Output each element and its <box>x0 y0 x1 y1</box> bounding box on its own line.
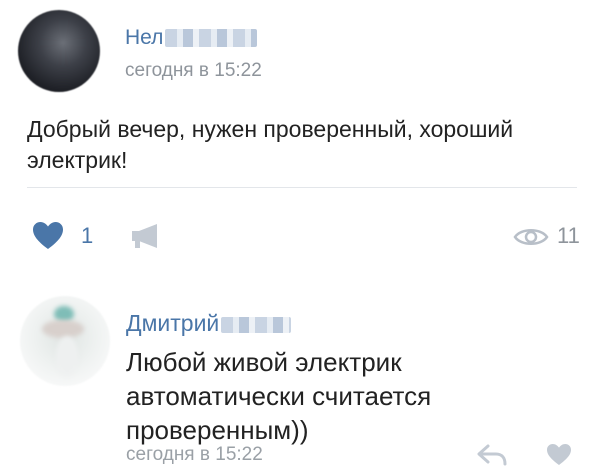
megaphone-icon[interactable] <box>130 222 162 250</box>
avatar-blur-spot <box>56 336 78 376</box>
reply-arrow-icon[interactable] <box>476 443 508 467</box>
view-count: 11 <box>557 223 580 248</box>
censored-surname <box>165 29 258 48</box>
eye-icon <box>513 229 549 245</box>
post-divider <box>27 187 577 188</box>
post-author-name-text[interactable]: Нел <box>125 26 163 49</box>
post-text: Добрый вечер, нужен проверенный, хороший… <box>27 116 514 173</box>
heart-icon[interactable] <box>32 221 64 251</box>
censored-surname <box>221 316 292 333</box>
comment-text: Любой живой электрик автоматически счита… <box>126 347 432 445</box>
comment-author-name-text[interactable]: Дмитрий <box>126 310 219 336</box>
comment-timestamp[interactable]: сегодня в 15:22 <box>126 444 263 466</box>
post-author-name[interactable]: Нел <box>125 26 258 50</box>
comment-author-avatar[interactable] <box>20 296 110 386</box>
like-count: 1 <box>81 223 94 248</box>
comment-author-name[interactable]: Дмитрий <box>126 310 292 337</box>
post-timestamp[interactable]: сегодня в 15:22 <box>125 60 262 82</box>
avatar-blur-spot <box>42 320 84 338</box>
post-author-avatar[interactable] <box>18 10 100 92</box>
heart-outline-icon[interactable] <box>546 443 572 467</box>
